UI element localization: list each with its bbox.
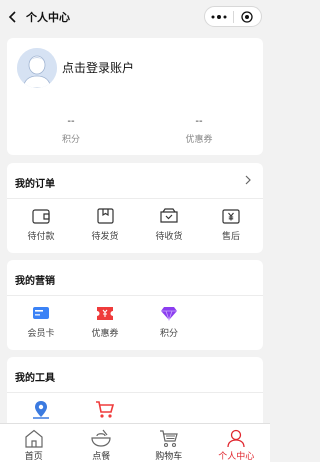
order-pending-receipt[interactable]: 待收货: [139, 207, 199, 242]
order-item-label: 待付款: [27, 232, 55, 242]
tab-profile[interactable]: 个人中心: [203, 424, 271, 462]
login-prompt[interactable]: 点击登录账户: [62, 59, 134, 76]
divider: [7, 295, 263, 296]
tab-label: 个人中心: [218, 452, 255, 462]
profile-card: 点击登录账户 -- 积分 -- 优惠券: [7, 38, 263, 155]
marketing-card: 我的营销 会员卡 优惠券 积分: [7, 260, 263, 350]
order-after-sales[interactable]: 售后: [201, 207, 261, 242]
home-icon: [25, 429, 43, 448]
orders-card: 我的订单 待付款 待发货 待收货 售后: [7, 163, 263, 253]
tool-cart[interactable]: [75, 401, 135, 419]
order-pending-payment[interactable]: 待付款: [11, 207, 71, 242]
more-dots-icon: [211, 14, 227, 19]
tools-title: 我的工具: [15, 373, 55, 384]
divider: [7, 198, 263, 199]
chevron-left-icon: [8, 11, 16, 23]
order-item-label: 待发货: [91, 232, 119, 242]
tab-bar: 首页 点餐 购物车 个人中心: [0, 423, 270, 462]
yen-ticket-icon: [222, 208, 240, 224]
tab-label: 首页: [24, 452, 43, 462]
points-value: --: [67, 116, 75, 127]
tab-shopping-cart[interactable]: 购物车: [135, 424, 203, 462]
marketing-coupon[interactable]: 优惠券: [75, 304, 135, 339]
package-icon: [96, 208, 114, 224]
order-item-label: 待收货: [155, 232, 183, 242]
points-label: 积分: [61, 135, 80, 145]
coupon-icon: [97, 306, 113, 320]
mini-program-capsule: [204, 6, 262, 27]
orders-title: 我的订单: [15, 179, 55, 190]
bowl-icon: [91, 429, 111, 447]
diamond-icon: [161, 306, 177, 321]
tab-label: 购物车: [155, 452, 183, 462]
member-card-icon: [33, 307, 49, 319]
target-circle-icon: [241, 10, 253, 23]
marketing-item-label: 会员卡: [27, 329, 55, 339]
order-item-label: 售后: [221, 232, 240, 242]
marketing-points[interactable]: 积分: [139, 304, 199, 339]
user-icon: [227, 429, 245, 447]
close-button[interactable]: [234, 7, 262, 26]
avatar[interactable]: [17, 48, 57, 88]
coupon-label: 优惠券: [185, 135, 213, 145]
wallet-icon: [32, 208, 50, 224]
marketing-item-label: 积分: [159, 329, 178, 339]
chevron-right-icon[interactable]: [245, 175, 251, 185]
tab-label: 点餐: [92, 452, 111, 462]
tool-address[interactable]: [11, 401, 71, 419]
marketing-title: 我的营销: [15, 276, 55, 287]
tab-home[interactable]: 首页: [0, 424, 68, 462]
marketing-member-card[interactable]: 会员卡: [11, 304, 71, 339]
coupon-stat[interactable]: -- 优惠券: [135, 115, 263, 145]
receive-box-icon: [160, 208, 178, 223]
order-pending-shipment[interactable]: 待发货: [75, 207, 135, 242]
divider: [7, 392, 263, 393]
marketing-item-label: 优惠券: [91, 329, 119, 339]
page-title: 个人中心: [26, 11, 70, 24]
back-button[interactable]: [0, 0, 26, 34]
navigation-bar: 个人中心: [0, 0, 270, 34]
location-icon: [33, 401, 49, 419]
coupon-value: --: [195, 116, 203, 127]
tab-order-food[interactable]: 点餐: [68, 424, 136, 462]
avatar-placeholder-icon: [17, 48, 57, 88]
cart-icon: [96, 401, 115, 418]
shopping-cart-icon: [159, 429, 178, 447]
more-button[interactable]: [205, 7, 233, 26]
points-stat[interactable]: -- 积分: [7, 115, 135, 145]
